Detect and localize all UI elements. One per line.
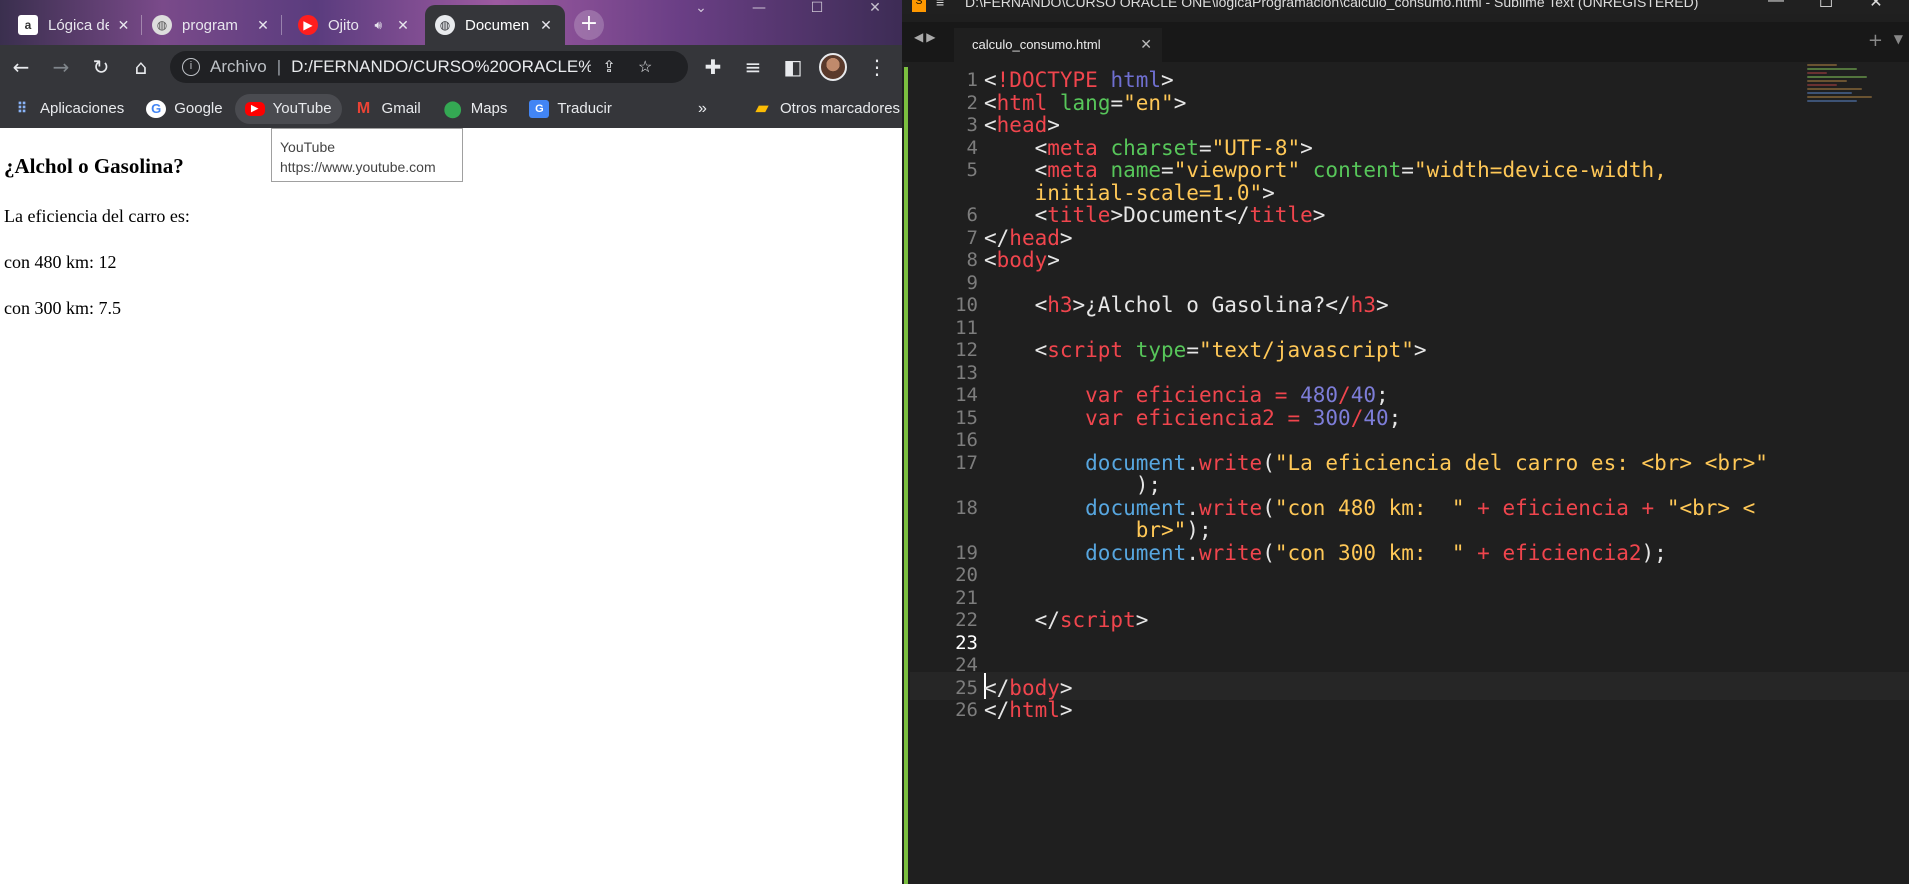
bookmark-aplicaciones[interactable]: ⠿ Aplicaciones — [2, 94, 134, 124]
code-line[interactable]: document.write("con 300 km: " + eficienc… — [984, 540, 1667, 568]
maximize-icon[interactable]: ☐ — [792, 0, 842, 22]
bookmark-maps[interactable]: ⬤ Maps — [433, 94, 518, 124]
code-line[interactable]: <h3>¿Alchol o Gasolina?</h3> — [984, 292, 1389, 320]
tab-document[interactable]: ◍ Documen ✕ — [425, 5, 565, 45]
minimap-line — [1807, 84, 1837, 86]
apps-grid-icon: ⠿ — [16, 100, 28, 116]
line-number: 18 — [955, 496, 978, 519]
page-heading: ¿Alchol o Gasolina? — [4, 154, 184, 178]
line-number: 17 — [955, 451, 978, 474]
gmail-icon: M — [356, 99, 371, 117]
close-icon[interactable]: ✕ — [115, 17, 132, 34]
translate-icon: G — [529, 99, 550, 118]
back-icon[interactable]: ← — [6, 52, 36, 82]
tab-logica[interactable]: a Lógica de ✕ — [8, 5, 142, 45]
forward-icon[interactable]: → — [46, 52, 76, 82]
info-icon[interactable]: i — [182, 58, 200, 76]
youtube-music-icon: ▶ — [298, 15, 318, 35]
editor-titlebar: S ≡ D:\FERNANDO\CURSO ORACLE ONE\logicaP… — [902, 0, 1909, 14]
globe-icon: ◍ — [152, 15, 172, 35]
efficiency-label: La eficiencia del carro es: — [4, 206, 190, 226]
media-control-icon[interactable]: ≡ — [738, 52, 768, 82]
new-file-icon[interactable]: + — [1868, 30, 1883, 51]
bookmark-traducir[interactable]: G Traducir — [519, 94, 621, 124]
minimize-icon[interactable]: — — [734, 0, 784, 22]
profile-avatar[interactable] — [819, 53, 847, 81]
minimap-line — [1807, 76, 1867, 78]
code-line[interactable]: var eficiencia2 = 300/40; — [984, 405, 1401, 433]
close-icon[interactable]: ✕ — [537, 17, 555, 34]
other-bookmarks[interactable]: ▰ Otros marcadores — [742, 93, 902, 123]
minimap[interactable] — [1807, 62, 1887, 152]
bookmark-youtube[interactable]: ▶ YouTube — [234, 93, 342, 124]
speaker-icon[interactable]: 🔊︎ — [374, 18, 382, 33]
home-icon[interactable]: ⌂ — [126, 52, 156, 82]
bookmark-google[interactable]: G Google — [136, 94, 232, 124]
tab-nav-arrows-icon[interactable]: ◀▶ — [914, 30, 938, 44]
google-icon: G — [146, 99, 167, 118]
chevron-down-icon[interactable]: ▼ — [1894, 32, 1903, 46]
folder-icon: ▰ — [755, 100, 769, 117]
globe-icon: ◍ — [435, 15, 455, 35]
maps-icon: ⬤ — [443, 100, 462, 118]
tab-search-icon[interactable]: ⌄ — [676, 0, 726, 22]
code-line[interactable]: <body> — [984, 247, 1060, 275]
page-content: ¿Alchol o Gasolina? La eficiencia del ca… — [0, 128, 902, 884]
bookmarks-overflow-button[interactable]: » — [698, 89, 707, 128]
minimap-line — [1807, 92, 1852, 94]
tab-program[interactable]: ◍ program ✕ — [142, 5, 282, 45]
efficiency-300: con 300 km: 7.5 — [4, 298, 121, 318]
minimap-line — [1807, 88, 1862, 90]
efficiency-480: con 480 km: 12 — [4, 252, 117, 272]
close-window-icon[interactable]: ✕ — [850, 0, 900, 22]
line-number: 5 — [966, 159, 978, 181]
sublime-window: S ≡ D:\FERNANDO\CURSO ORACLE ONE\logicaP… — [902, 0, 1909, 884]
bookmarks-bar: ⠿ Aplicaciones G Google ▶ YouTube M Gmai… — [0, 89, 902, 128]
alura-icon: a — [18, 15, 38, 35]
minimap-line — [1807, 68, 1857, 70]
code-line[interactable]: </script> — [984, 607, 1149, 635]
close-icon[interactable]: ✕ — [254, 17, 272, 34]
minimap-line — [1807, 100, 1857, 102]
tab-separator — [281, 15, 282, 35]
tooltip-title: YouTube — [280, 139, 336, 155]
sublime-logo-icon: S — [912, 0, 926, 12]
minimap-line — [1807, 72, 1827, 74]
maximize-icon[interactable]: ☐ — [1801, 0, 1851, 12]
minimap-line — [1807, 64, 1837, 66]
code-line[interactable]: </html> — [984, 697, 1073, 725]
divider: | — [276, 57, 282, 76]
share-icon[interactable]: ⇪ — [591, 57, 627, 77]
close-window-icon[interactable]: ✕ — [1851, 0, 1901, 12]
star-icon[interactable]: ☆ — [627, 57, 663, 77]
code-line[interactable]: <script type="text/javascript"> — [984, 337, 1427, 365]
window-title: D:\FERNANDO\CURSO ORACLE ONE\logicaProgr… — [965, 0, 1699, 10]
bookmark-gmail[interactable]: M Gmail — [344, 94, 431, 124]
tab-ojito[interactable]: ▶ Ojito 🔊︎ ✕ — [288, 5, 422, 45]
browser-toolbar: ← → ↻ ⌂ i Archivo | D:/FERNANDO/CURSO%20… — [0, 45, 902, 89]
tooltip-url: https://www.youtube.com — [280, 159, 436, 175]
side-panel-icon[interactable]: ◧ — [778, 52, 808, 82]
address-bar[interactable]: i Archivo | D:/FERNANDO/CURSO%20ORACLE%2… — [170, 51, 688, 83]
minimap-line — [1807, 80, 1847, 82]
new-tab-button[interactable]: + — [574, 10, 604, 40]
line-number: 26 — [955, 699, 978, 721]
close-icon[interactable]: ✕ — [1140, 36, 1152, 53]
youtube-icon: ▶ — [244, 101, 265, 116]
menu-kebab-icon[interactable]: ⋮ — [862, 52, 892, 82]
reload-icon[interactable]: ↻ — [86, 52, 116, 82]
bookmark-tooltip: YouTube https://www.youtube.com — [271, 128, 463, 182]
extensions-icon[interactable]: ✚ — [698, 52, 728, 82]
minimap-line — [1807, 96, 1872, 98]
editor-tab[interactable]: calculo_consumo.html ✕ — [954, 28, 1162, 62]
browser-window: a Lógica de ✕ ◍ program ✕ ▶ Ojito 🔊︎ ✕ ◍… — [0, 0, 902, 884]
minimize-icon[interactable]: — — [1751, 0, 1801, 10]
editor-tabbar: ◀▶ calculo_consumo.html ✕ + ▼ — [902, 22, 1909, 62]
url-text[interactable]: D:/FERNANDO/CURSO%20ORACLE%2... — [291, 57, 591, 77]
tab-strip: a Lógica de ✕ ◍ program ✕ ▶ Ojito 🔊︎ ✕ ◍… — [0, 0, 902, 45]
close-icon[interactable]: ✕ — [394, 17, 412, 34]
hamburger-menu-icon[interactable]: ≡ — [936, 0, 944, 10]
